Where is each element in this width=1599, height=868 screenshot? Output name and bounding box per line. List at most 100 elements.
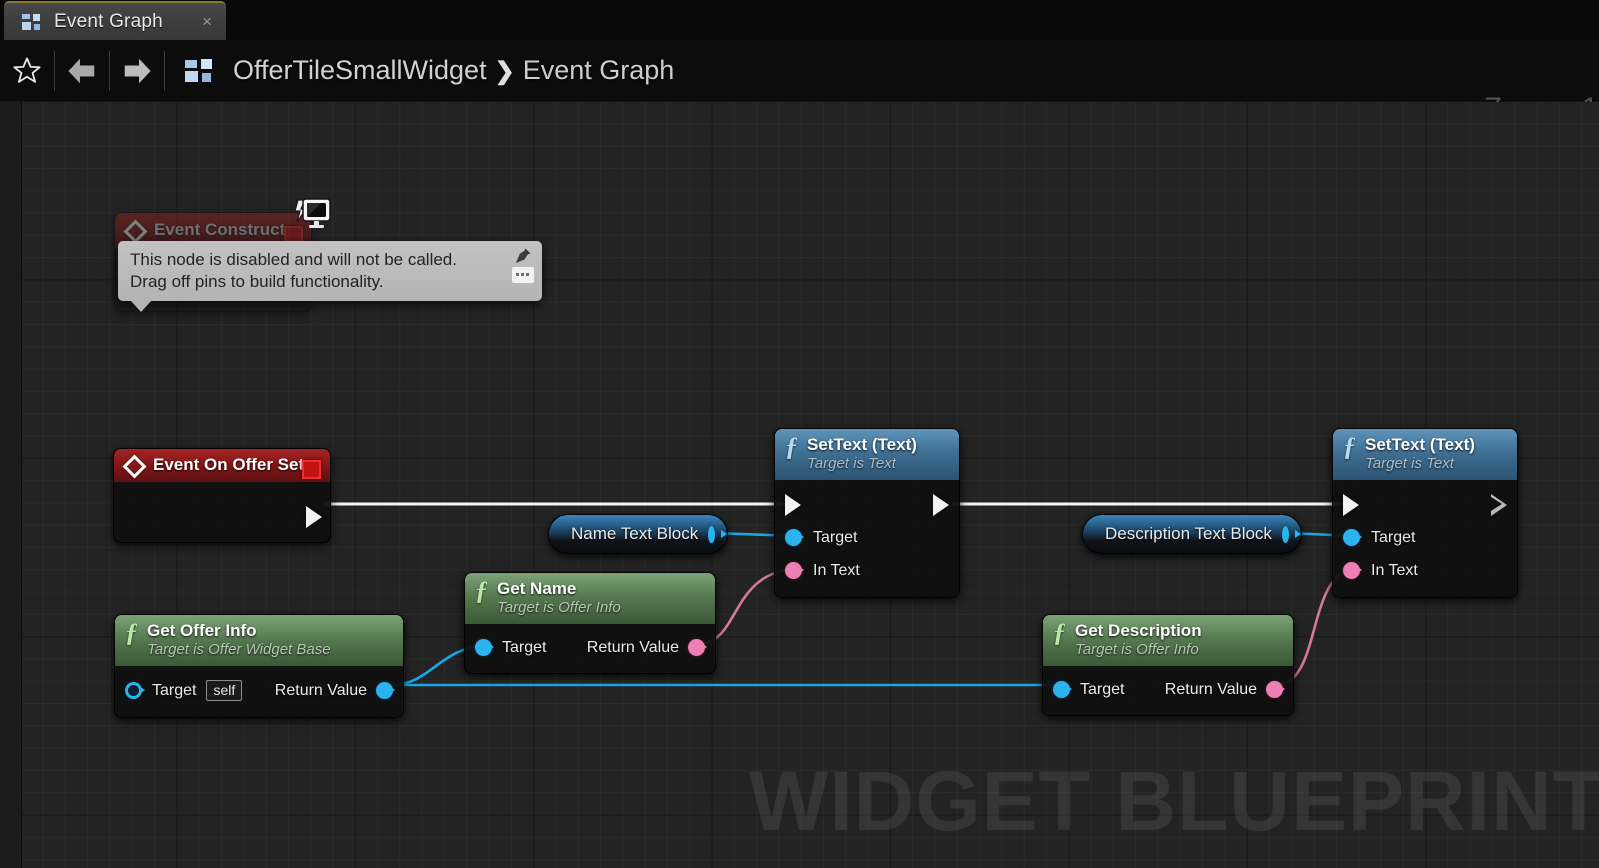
function-f-icon: ƒ [1343,432,1356,461]
node-title: Event Construct [154,220,286,239]
node-set-text-1[interactable]: ƒ SetText (Text) Target is Text Target I… [774,428,960,598]
tooltip-line-1: This node is disabled and will not be ca… [130,250,457,269]
node-name-text-block[interactable]: Name Text Block [548,514,728,554]
node-title: Get Offer Info [147,621,257,640]
pin-row-target: Target [775,521,959,554]
pushpin-icon[interactable] [514,247,532,265]
node-set-text-2-body: ƒ SetText (Text) Target is Text Target I… [1332,428,1518,598]
pin-row-target: Target [1333,521,1517,554]
return-value-pin[interactable] [1266,681,1285,698]
return-value-pin[interactable] [376,682,395,699]
variable-output-pin[interactable] [708,525,727,543]
breadcrumb-bar: OfferTileSmallWidget❯Event Graph Zoom -1 [0,40,1599,125]
pin-label-in-text: In Text [813,561,860,579]
pin-row-exec [775,488,959,521]
return-value-pin[interactable] [688,639,707,656]
node-title: Get Description [1075,621,1202,640]
in-text-pin[interactable] [785,562,804,579]
node-set-text-2[interactable]: ƒ SetText (Text) Target is Text Target I… [1332,428,1518,598]
arrow-left-icon [68,58,95,83]
delegate-pin[interactable] [302,460,321,479]
tab-label: Event Graph [54,10,163,32]
node-get-offer-info-body: ƒ Get Offer Info Target is Offer Widget … [114,614,404,718]
target-pin[interactable] [785,529,804,546]
node-get-name-header: ƒ Get Name Target is Offer Info [465,573,715,624]
favorite-button[interactable] [0,40,54,102]
node-set-text-1-header: ƒ SetText (Text) Target is Text [775,429,959,480]
event-diamond-icon [122,453,147,479]
node-subtitle: Target is Text [1365,455,1454,472]
function-f-icon: ƒ [785,432,798,461]
function-f-icon: ƒ [125,618,138,647]
exec-out-pin[interactable] [933,493,949,516]
node-get-description-pins: Target Return Value [1043,666,1293,715]
pin-row-in-text: In Text [775,554,959,587]
tooltip-line-2: Drag off pins to build functionality. [130,272,384,291]
node-title: Event On Offer Set [153,455,305,474]
node-set-text-2-header: ƒ SetText (Text) Target is Text [1333,429,1517,480]
blueprint-icon [22,13,42,30]
node-description-text-block[interactable]: Description Text Block [1082,514,1302,554]
node-event-on-offer-set-pins [114,482,330,542]
node-get-description-body: ƒ Get Description Target is Offer Info T… [1042,614,1294,716]
close-icon[interactable]: × [196,11,218,32]
node-subtitle: Target is Offer Info [497,599,621,616]
pin-label-target: Target [1371,528,1416,546]
target-self-field[interactable]: self [206,680,243,701]
variable-output-pin[interactable] [1281,525,1302,543]
graph-canvas[interactable]: Event Construct This node is disabled an… [0,102,1599,868]
target-pin[interactable] [125,682,145,699]
node-get-name-body: ƒ Get Name Target is Offer Info Target R… [464,572,716,674]
variable-label: Name Text Block [571,524,699,543]
toolbar-divider-3 [164,50,165,91]
pin-label-in-text: In Text [1371,561,1418,579]
target-pin[interactable] [1343,529,1362,546]
node-get-name[interactable]: ƒ Get Name Target is Offer Info Target R… [464,572,716,674]
exec-out-pin[interactable] [1491,493,1507,516]
node-set-text-2-pins: Target In Text [1333,480,1517,597]
exec-in-pin[interactable] [785,493,801,516]
exec-in-pin[interactable] [1343,493,1359,516]
arrow-right-icon [124,58,151,83]
node-get-description-header: ƒ Get Description Target is Offer Info [1043,615,1293,666]
function-f-icon: ƒ [1053,618,1066,647]
in-text-pin[interactable] [1343,562,1362,579]
blueprint-editor-window: Event Graph × OfferTileSmallWidget ❯ Eve… [0,0,1599,868]
node-subtitle: Target is Offer Widget Base [147,641,331,658]
pin-row-exec [1333,488,1517,521]
node-get-description[interactable]: ƒ Get Description Target is Offer Info T… [1042,614,1294,716]
comment-icon[interactable] [512,267,534,283]
tooltip-tail [130,300,152,312]
node-get-offer-info-header: ƒ Get Offer Info Target is Offer Widget … [115,615,403,666]
node-get-offer-info-pins: Target self Return Value [115,666,403,717]
tab-strip: Event Graph × [0,0,1599,40]
breadcrumb-leaf[interactable]: Event Graph [523,55,675,85]
node-event-on-offer-set-header: Event On Offer Set [114,449,330,482]
node-event-on-offer-set[interactable]: Event On Offer Set [113,448,331,543]
node-get-offer-info[interactable]: ƒ Get Offer Info Target is Offer Widget … [114,614,404,718]
node-event-on-offer-set-body: Event On Offer Set [113,448,331,543]
variable-label: Description Text Block [1105,524,1272,543]
exec-out-pin[interactable] [306,506,322,528]
tab-event-graph[interactable]: Event Graph × [4,1,226,40]
breadcrumb: OfferTileSmallWidget ❯ Event Graph [233,55,674,86]
event-diamond-icon [123,218,148,244]
node-get-name-pins: Target Return Value [465,624,715,673]
node-subtitle: Target is Text [807,455,896,472]
breadcrumb-root[interactable]: OfferTileSmallWidget [233,55,487,85]
forward-button[interactable] [110,40,164,102]
target-pin[interactable] [1053,681,1072,698]
pin-row-target: Target self Return Value [115,674,403,707]
target-pin[interactable] [475,639,494,656]
pin-row-in-text: In Text [1333,554,1517,587]
node-set-text-1-body: ƒ SetText (Text) Target is Text Target I… [774,428,960,598]
blueprint-icon [185,58,215,83]
pin-label-return-value: Return Value [1164,680,1257,698]
pin-label-target: Target [152,681,197,699]
star-icon [13,57,41,83]
node-title: SetText (Text) [1365,435,1475,454]
back-button[interactable] [55,40,109,102]
disabled-monitor-icon [294,198,331,228]
pin-label-target: Target [502,638,547,656]
node-set-text-1-pins: Target In Text [775,480,959,597]
